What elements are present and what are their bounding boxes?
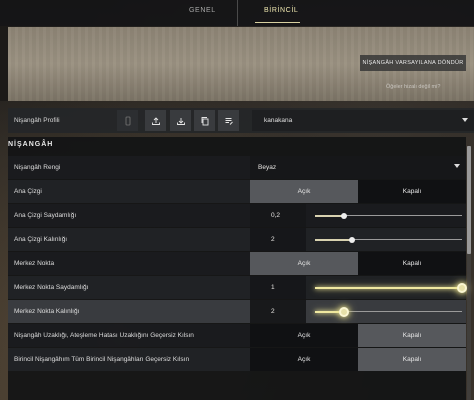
reset-crosshair-button[interactable]: NİŞANGÂH VARSAYILANA DÖNDÜR bbox=[360, 55, 466, 71]
slider-fill bbox=[315, 214, 345, 217]
edit-list-icon[interactable] bbox=[218, 110, 239, 131]
outline-thickness-label: Ana Çizgi Kalınlığı bbox=[14, 236, 68, 243]
profile-label: Nişangâh Profili bbox=[14, 117, 60, 124]
chevron-down-icon bbox=[462, 118, 468, 122]
mobile-icon[interactable] bbox=[117, 110, 138, 131]
row-outline: Ana Çizgi Açık Kapalı bbox=[8, 180, 466, 203]
chevron-down-icon bbox=[454, 164, 460, 168]
scrollbar-thumb[interactable] bbox=[467, 146, 471, 254]
override-all-off-button[interactable]: Kapalı bbox=[358, 348, 466, 371]
center-dot-on-button[interactable]: Açık bbox=[250, 252, 358, 275]
profile-select[interactable]: kanakana bbox=[252, 110, 474, 131]
outline-opacity-slider[interactable] bbox=[315, 212, 462, 219]
row-crosshair-color: Nişangâh Rengi Beyaz bbox=[8, 156, 466, 179]
center-dot-off-button[interactable]: Kapalı bbox=[358, 252, 466, 275]
center-dot-opacity-slider[interactable] bbox=[315, 282, 467, 293]
outline-opacity-input[interactable]: 0,2 bbox=[250, 204, 306, 227]
row-firing-error-override: Nişangâh Uzaklığı, Ateşleme Hatası Uzakl… bbox=[8, 324, 466, 347]
profile-row: Nişangâh Profili kanakana bbox=[8, 108, 474, 133]
tab-primary[interactable]: BİRİNCİL bbox=[264, 7, 298, 14]
row-center-dot-thickness: Merkez Nokta Kalınlığı 2 bbox=[8, 300, 466, 323]
outline-thickness-input[interactable]: 2 bbox=[250, 228, 306, 251]
tab-general[interactable]: GENEL bbox=[189, 7, 216, 14]
slider-fill bbox=[315, 286, 462, 289]
center-dot-opacity-value: 1 bbox=[271, 284, 275, 291]
outline-thickness-value: 2 bbox=[271, 236, 275, 243]
outline-off-button[interactable]: Kapalı bbox=[358, 180, 466, 203]
firing-error-off-button[interactable]: Kapalı bbox=[358, 324, 466, 347]
row-center-dot-opacity: Merkez Nokta Saydamlığı 1 bbox=[8, 276, 467, 299]
outline-opacity-value: 0,2 bbox=[271, 212, 281, 219]
row-outline-opacity: Ana Çizgi Saydamlığı 0,2 bbox=[8, 204, 466, 227]
center-dot-opacity-label: Merkez Nokta Saydamlığı bbox=[14, 284, 89, 291]
section-title: NİŞANGÂH bbox=[8, 141, 54, 148]
outline-label: Ana Çizgi bbox=[14, 188, 42, 195]
row-outline-thickness: Ana Çizgi Kalınlığı 2 bbox=[8, 228, 466, 251]
override-all-on-button[interactable]: Açık bbox=[250, 348, 358, 371]
center-dot-label: Merkez Nokta bbox=[14, 260, 55, 267]
active-tab-indicator bbox=[255, 22, 300, 23]
firing-error-on-button[interactable]: Açık bbox=[250, 324, 358, 347]
crosshair-color-label: Nişangâh Rengi bbox=[14, 164, 61, 171]
copy-icon[interactable] bbox=[194, 110, 215, 131]
slider-fill bbox=[315, 238, 352, 241]
tab-divider bbox=[237, 0, 238, 26]
slider-knob[interactable] bbox=[348, 236, 355, 243]
preview-edge bbox=[0, 26, 8, 101]
center-dot-thickness-value: 2 bbox=[271, 308, 275, 315]
download-icon[interactable] bbox=[170, 110, 191, 131]
override-all-label: Birincil Nişangâhım Tüm Birincil Nişangâ… bbox=[14, 356, 190, 363]
center-dot-thickness-input[interactable]: 2 bbox=[250, 300, 306, 323]
row-center-dot: Merkez Nokta Açık Kapalı bbox=[8, 252, 466, 275]
slider-knob[interactable] bbox=[457, 282, 467, 293]
crosshair-color-value: Beyaz bbox=[258, 164, 277, 171]
row-override-all: Birincil Nişangâhım Tüm Birincil Nişangâ… bbox=[8, 348, 466, 371]
profile-selected-value: kanakana bbox=[264, 117, 293, 124]
tab-bar: GENEL BİRİNCİL bbox=[0, 0, 474, 26]
firing-error-label: Nişangâh Uzaklığı, Ateşleme Hatası Uzakl… bbox=[14, 332, 194, 339]
alignment-note-link[interactable]: Öğeler hizalı değil mi? bbox=[386, 84, 440, 90]
center-dot-thickness-slider[interactable] bbox=[315, 306, 462, 317]
slider-knob[interactable] bbox=[341, 212, 348, 219]
center-dot-thickness-label: Merkez Nokta Kalınlığı bbox=[14, 308, 80, 315]
upload-icon[interactable] bbox=[145, 110, 166, 131]
crosshair-color-select[interactable]: Beyaz bbox=[250, 156, 466, 179]
slider-knob[interactable] bbox=[339, 306, 350, 317]
outline-opacity-label: Ana Çizgi Saydamlığı bbox=[14, 212, 77, 219]
outline-thickness-slider[interactable] bbox=[315, 236, 462, 243]
center-dot-opacity-input[interactable]: 1 bbox=[250, 276, 306, 299]
outline-on-button[interactable]: Açık bbox=[250, 180, 358, 203]
